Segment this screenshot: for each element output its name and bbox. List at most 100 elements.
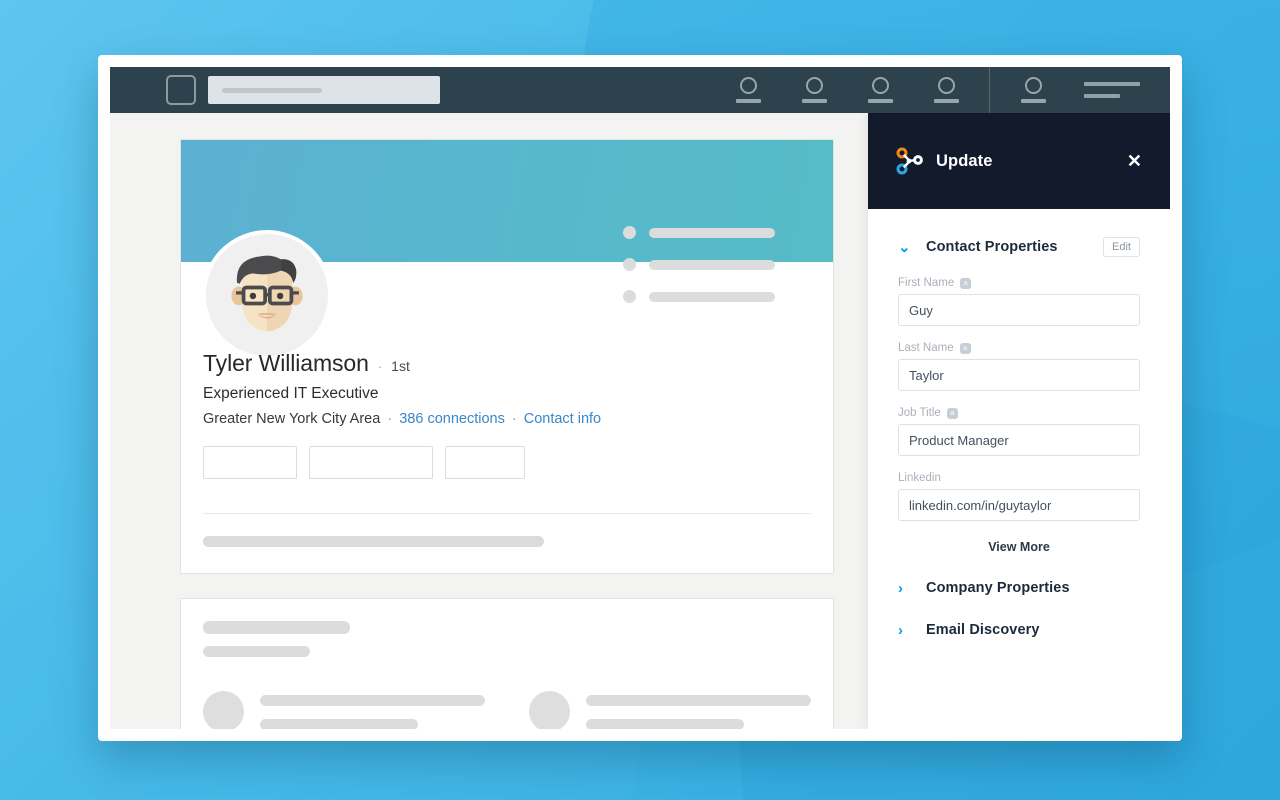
edit-button[interactable]: Edit	[1103, 237, 1140, 257]
chevron-right-icon: ›	[898, 579, 903, 597]
list-item	[623, 290, 775, 303]
field-label-linkedin: Linkedin	[898, 472, 1140, 484]
nav-icon-home[interactable]	[728, 67, 768, 113]
underline-bar	[735, 99, 761, 103]
logo-placeholder-icon[interactable]	[166, 75, 196, 105]
search-input[interactable]	[208, 76, 440, 104]
field-linkedin: Linkedin	[898, 472, 1140, 521]
profile-divider	[203, 513, 811, 514]
field-label-last-name: Last Name a	[898, 342, 1140, 354]
card-title-placeholder	[203, 621, 350, 634]
panel-header: Update ✕	[868, 113, 1170, 209]
list-item	[623, 226, 775, 239]
menu-line-2	[1084, 94, 1120, 98]
profile-action-buttons	[203, 446, 809, 479]
underline-bar	[801, 99, 827, 103]
circle-icon	[871, 77, 889, 94]
circle-icon	[1024, 77, 1042, 94]
placeholder-bar	[260, 695, 485, 706]
placeholder-dot	[623, 290, 636, 303]
placeholder-avatar	[529, 691, 570, 729]
profile-meta-row: Greater New York City Area · 386 connect…	[203, 411, 809, 427]
label-text: First Name	[898, 277, 955, 289]
profile-connection-degree: 1st	[391, 358, 410, 374]
profile-action-button-1[interactable]	[203, 446, 297, 479]
placeholder-bar	[649, 259, 775, 270]
close-icon[interactable]: ✕	[1127, 152, 1142, 170]
profile-card: Tyler Williamson · 1st Experienced IT Ex…	[180, 139, 834, 574]
nav-icon-network[interactable]	[794, 67, 834, 113]
meta-separator-1: ·	[387, 411, 393, 427]
job-title-input[interactable]	[898, 424, 1140, 456]
meta-separator-2: ·	[511, 411, 517, 427]
node-network-logo-icon	[896, 147, 923, 175]
nav-icon-jobs[interactable]	[860, 67, 900, 113]
nav-icon-messaging[interactable]	[926, 67, 966, 113]
update-side-panel: Update ✕ ⌄ Contact Properties Edit First…	[868, 113, 1170, 729]
placeholder-bar	[260, 719, 418, 729]
list-item	[529, 691, 811, 729]
profile-connections-link[interactable]: 386 connections	[399, 411, 505, 427]
nav-icon-profile[interactable]	[1013, 67, 1053, 113]
profile-location: Greater New York City Area	[203, 411, 381, 427]
chevron-down-icon: ⌄	[898, 238, 911, 256]
nav-divider	[989, 67, 990, 113]
profile-column: Tyler Williamson · 1st Experienced IT Ex…	[180, 139, 834, 729]
profile-action-button-3[interactable]	[445, 446, 525, 479]
card-items-row	[203, 691, 811, 729]
field-job-title: Job Title a	[898, 407, 1140, 456]
placeholder-dot	[623, 226, 636, 239]
profile-summary-placeholder-bar	[203, 536, 544, 547]
placeholder-avatar	[203, 691, 244, 729]
profile-side-placeholder-list	[623, 226, 775, 322]
contact-properties-header[interactable]: ⌄ Contact Properties Edit	[898, 237, 1140, 257]
nav-right-group	[715, 67, 1170, 113]
placeholder-bar	[586, 695, 811, 706]
profile-action-button-2[interactable]	[309, 446, 433, 479]
menu-line-1	[1084, 82, 1140, 86]
panel-title: Update	[936, 151, 993, 170]
label-text: Linkedin	[898, 472, 941, 484]
app-window: Tyler Williamson · 1st Experienced IT Ex…	[98, 55, 1182, 741]
menu-lines-icon[interactable]	[1084, 82, 1140, 98]
placeholder-dot	[623, 258, 636, 271]
placeholder-lines	[260, 691, 485, 729]
company-properties-title: Company Properties	[926, 580, 1070, 596]
screenshot-stage: Tyler Williamson · 1st Experienced IT Ex…	[0, 0, 1280, 800]
email-discovery-title: Email Discovery	[926, 622, 1040, 638]
placeholder-bar	[649, 227, 775, 238]
company-properties-section[interactable]: › Company Properties	[898, 580, 1140, 596]
field-last-name: Last Name a	[898, 342, 1140, 391]
last-name-input[interactable]	[898, 359, 1140, 391]
list-item	[623, 258, 775, 271]
chevron-right-icon: ›	[898, 621, 903, 639]
circle-icon	[937, 77, 955, 94]
circle-icon	[739, 77, 757, 94]
profile-headline: Experienced IT Executive	[203, 385, 379, 402]
list-item	[203, 691, 485, 729]
label-text: Last Name	[898, 342, 954, 354]
email-discovery-section[interactable]: › Email Discovery	[898, 622, 1140, 638]
linkedin-input[interactable]	[898, 489, 1140, 521]
first-name-input[interactable]	[898, 294, 1140, 326]
profile-separator: ·	[377, 359, 383, 374]
info-badge-icon: a	[946, 407, 958, 419]
panel-body: ⌄ Contact Properties Edit First Name a G…	[868, 209, 1170, 729]
profile-name-row: Tyler Williamson · 1st	[203, 350, 809, 377]
underline-bar	[867, 99, 893, 103]
search-placeholder-bar	[222, 87, 322, 93]
label-text: Job Title	[898, 407, 941, 419]
secondary-card	[180, 598, 834, 729]
field-first-name: First Name a	[898, 277, 1140, 326]
page-body: Tyler Williamson · 1st Experienced IT Ex…	[110, 113, 1170, 729]
placeholder-bar	[649, 291, 775, 302]
profile-contact-info-link[interactable]: Contact info	[524, 411, 601, 427]
profile-name: Tyler Williamson	[203, 350, 369, 376]
card-subtitle-placeholder	[203, 646, 310, 657]
field-label-first-name: First Name a	[898, 277, 1140, 289]
top-navigation-bar	[110, 67, 1170, 113]
app-window-content: Tyler Williamson · 1st Experienced IT Ex…	[110, 67, 1170, 729]
contact-properties-title: Contact Properties	[926, 239, 1058, 255]
field-label-job-title: Job Title a	[898, 407, 1140, 419]
view-more-button[interactable]: View More	[898, 540, 1140, 554]
